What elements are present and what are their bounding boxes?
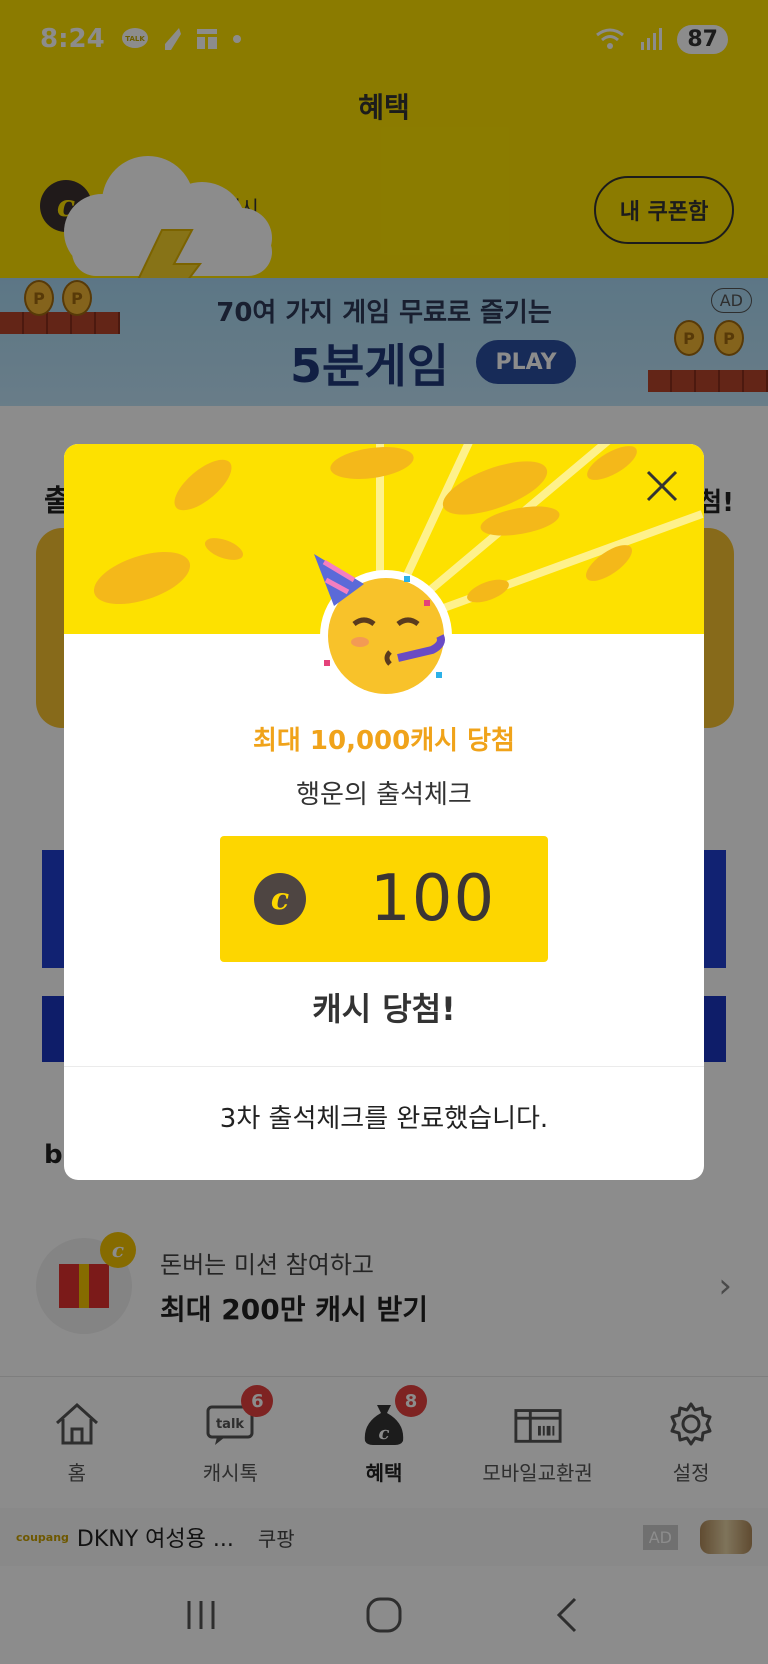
close-button[interactable] [640,464,684,508]
cash-coin-icon: c [254,873,306,925]
modal-divider [64,1066,704,1067]
modal-footer-message: 3차 출석체크를 완료했습니다. [219,1104,549,1134]
gold-coin-decoration [166,451,240,519]
modal-subtitle: 행운의 출석체크 [296,780,472,810]
gold-coin-decoration [87,541,197,615]
modal-promo-text: 최대 10,000캐시 당첨 [253,726,515,756]
gold-coin-decoration [202,533,246,565]
screen: 8:24 TALK 87 혜택 c 캐시 내 쿠폰함 [0,0,768,1664]
win-text: 캐시 당첨! [312,990,456,1028]
reward-amount: 100 [370,862,496,936]
reward-amount-box: c 100 [220,836,548,962]
reward-modal: 최대 10,000캐시 당첨 행운의 출석체크 c 100 캐시 당첨! 3차 … [64,444,704,1180]
close-icon [646,470,678,502]
gold-coin-decoration [464,575,512,607]
party-face-emoji-icon [314,554,452,702]
gold-coin-decoration [328,444,416,484]
